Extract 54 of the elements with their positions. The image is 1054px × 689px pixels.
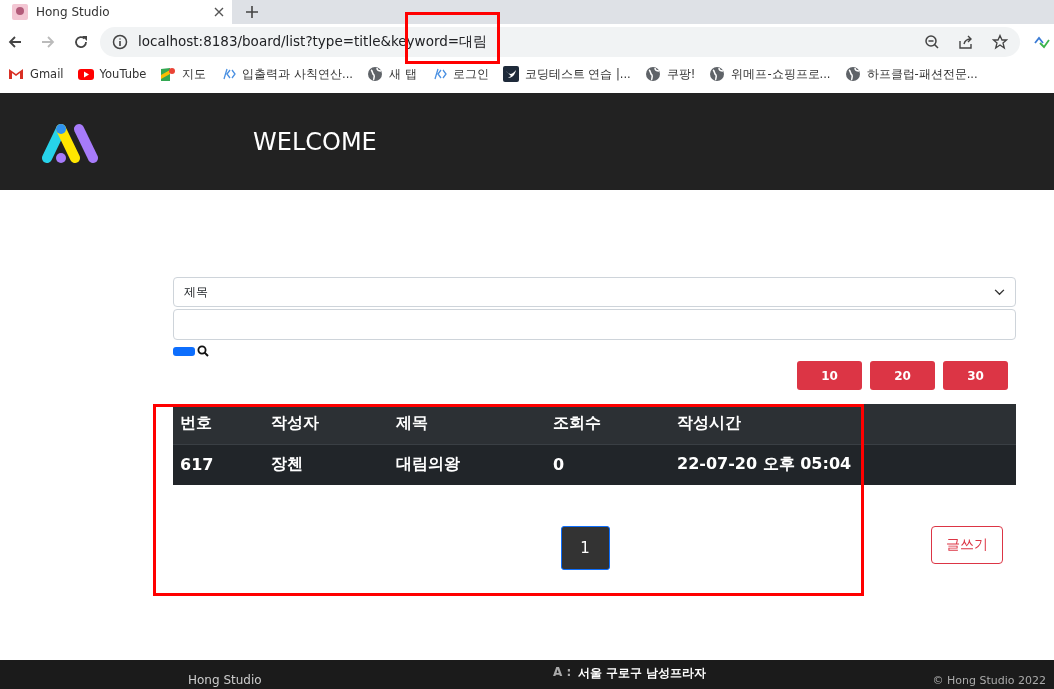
- write-button[interactable]: 글쓰기: [931, 526, 1003, 564]
- search-submit-button[interactable]: [173, 346, 195, 356]
- page-size-button[interactable]: 10: [797, 361, 862, 390]
- chevron-down-icon: [994, 288, 1005, 296]
- column-header: 제목: [389, 404, 546, 444]
- star-icon[interactable]: [992, 34, 1008, 50]
- bookmark[interactable]: Gmail: [8, 66, 64, 82]
- info-icon: [112, 34, 128, 50]
- new-tab-icon[interactable]: [246, 6, 258, 18]
- table-cell: 22-07-20 오후 05:04: [670, 444, 864, 485]
- column-header: 조회수: [546, 404, 670, 444]
- mail-icon: [8, 66, 24, 82]
- bookmark[interactable]: 위메프-쇼핑프로...: [709, 66, 831, 82]
- bookmark[interactable]: 쿠팡!: [644, 66, 696, 82]
- footer-brand: Hong Studio: [188, 673, 262, 687]
- bookmark[interactable]: 하프클럽-패션전문...: [844, 66, 978, 82]
- bookmark[interactable]: 새 탭: [366, 66, 417, 82]
- page-size-button[interactable]: 20: [870, 361, 935, 390]
- bookmark[interactable]: 지도: [160, 66, 207, 82]
- table-cell: 617: [173, 444, 264, 485]
- globe-icon: [709, 66, 726, 82]
- table-cell: 장첸: [264, 444, 389, 485]
- page-size-button[interactable]: 30: [943, 361, 1008, 390]
- reload-icon[interactable]: [73, 34, 89, 50]
- bookmark[interactable]: 로그인: [430, 66, 489, 82]
- close-icon[interactable]: [214, 7, 224, 17]
- footer-address: 서울 구로구 남성프라자: [578, 665, 707, 682]
- avatar-icon: [12, 4, 28, 20]
- column-header: 번호: [173, 404, 264, 444]
- column-header: 작성시간: [670, 404, 864, 444]
- page-button[interactable]: 1: [560, 526, 610, 570]
- table-cell: 0: [546, 444, 670, 485]
- bookmark[interactable]: YouTube: [77, 66, 147, 82]
- extension-icon[interactable]: [1034, 34, 1050, 50]
- header-title: WELCOME: [253, 127, 377, 156]
- back-icon[interactable]: [7, 34, 23, 50]
- bird-icon: [502, 66, 519, 82]
- code-icon: [220, 66, 237, 82]
- map-icon: [160, 66, 177, 82]
- column-header: 작성자: [264, 404, 389, 444]
- keyword-field[interactable]: [173, 309, 1016, 340]
- bookmark[interactable]: 입출력과 사칙연산...: [220, 66, 353, 82]
- address-label: A :: [553, 665, 572, 679]
- globe-icon: [644, 66, 661, 82]
- footer-copyright: © Hong Studio 2022: [932, 674, 1046, 687]
- bookmark[interactable]: 코딩테스트 연습 |...: [502, 66, 631, 82]
- play-icon: [77, 66, 94, 82]
- globe-icon: [366, 66, 383, 82]
- globe-icon: [844, 66, 861, 82]
- share-icon[interactable]: [958, 34, 974, 50]
- table-cell: 대림의왕: [389, 444, 546, 485]
- search-type-select[interactable]: 제목: [173, 277, 1016, 307]
- search-icon[interactable]: [197, 345, 209, 357]
- zoom-out-icon[interactable]: [924, 34, 940, 50]
